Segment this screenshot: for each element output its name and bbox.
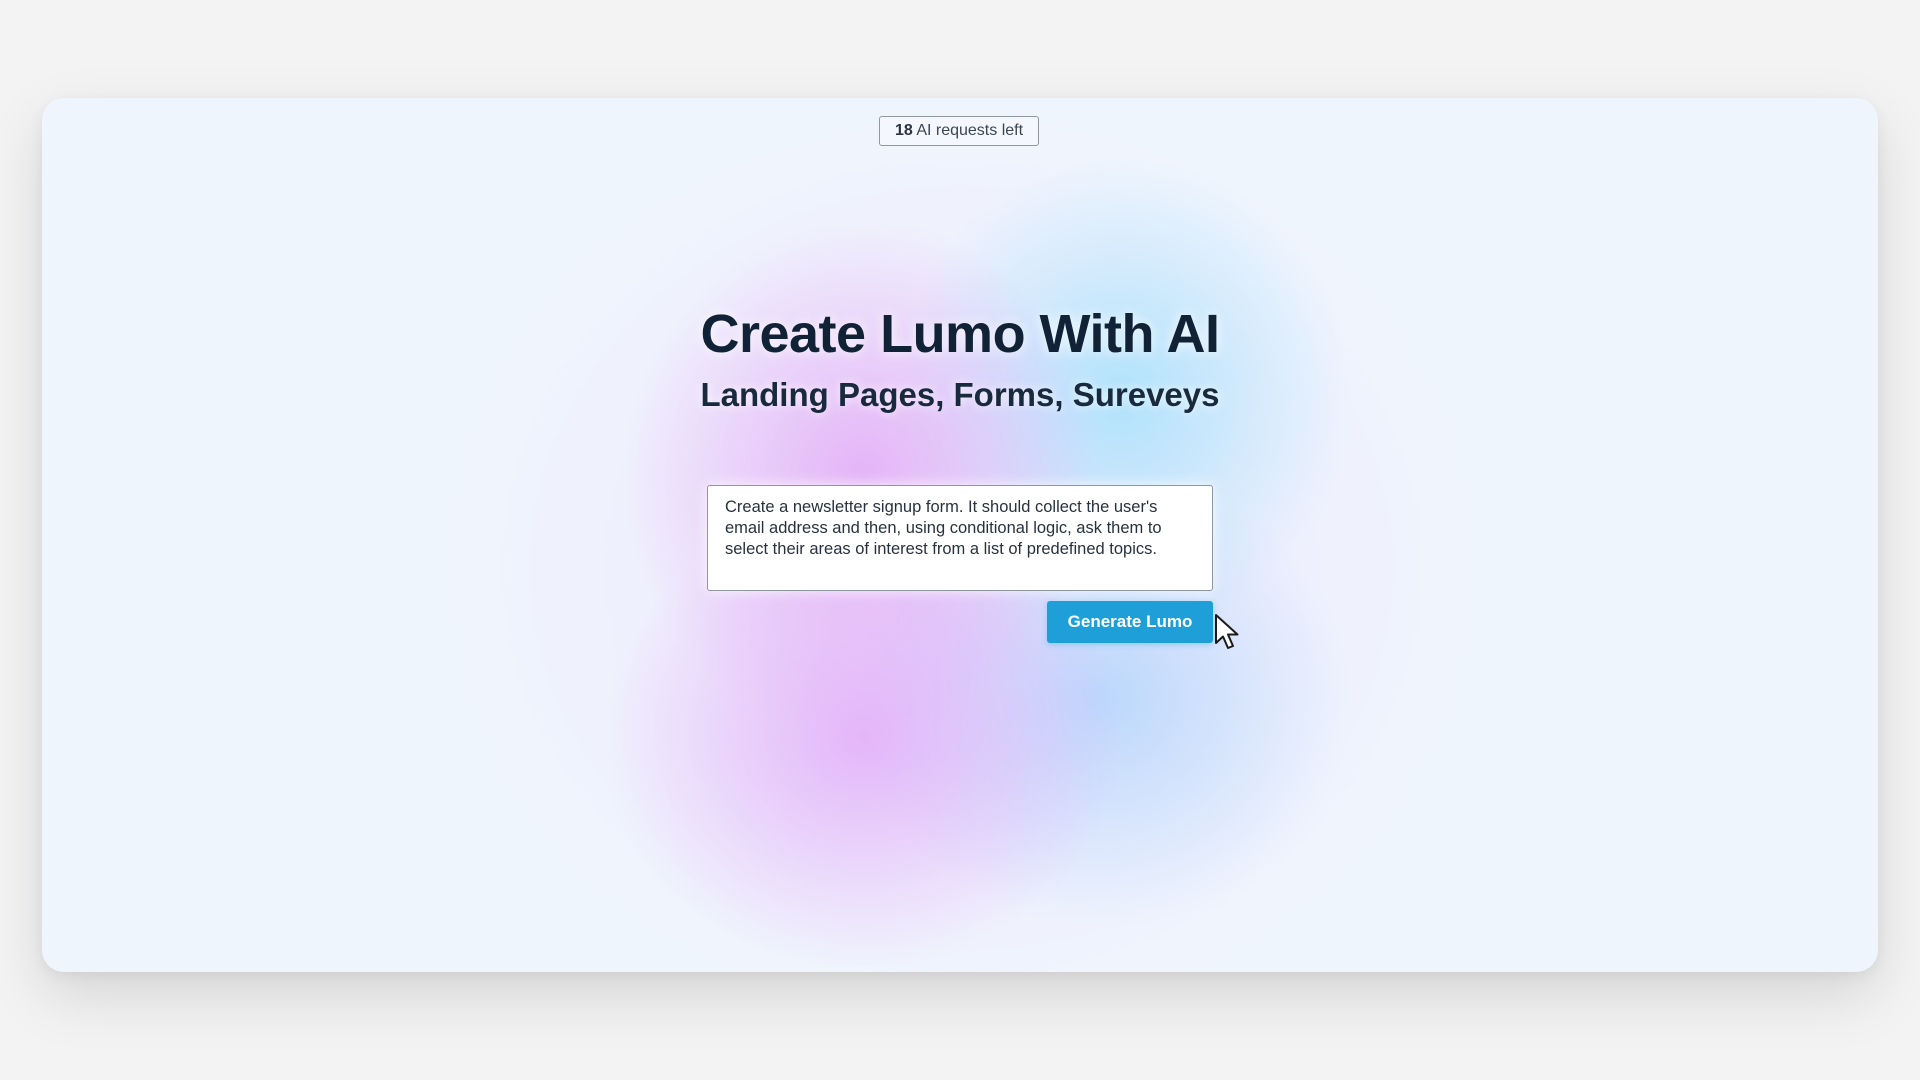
- mouse-pointer-icon: [1215, 614, 1239, 649]
- generate-lumo-button[interactable]: Generate Lumo: [1047, 601, 1213, 643]
- page-title: Create Lumo With AI: [700, 304, 1220, 364]
- page-subtitle: Landing Pages, Forms, Sureveys: [700, 376, 1220, 413]
- main-card: 18 AI requests left Create Lumo With AI …: [42, 98, 1878, 972]
- ai-requests-badge: 18 AI requests left: [879, 116, 1039, 146]
- ai-requests-label: AI requests left: [912, 122, 1024, 139]
- ai-prompt-input[interactable]: Create a newsletter signup form. It shou…: [707, 485, 1213, 591]
- ai-requests-count: 18: [894, 122, 913, 139]
